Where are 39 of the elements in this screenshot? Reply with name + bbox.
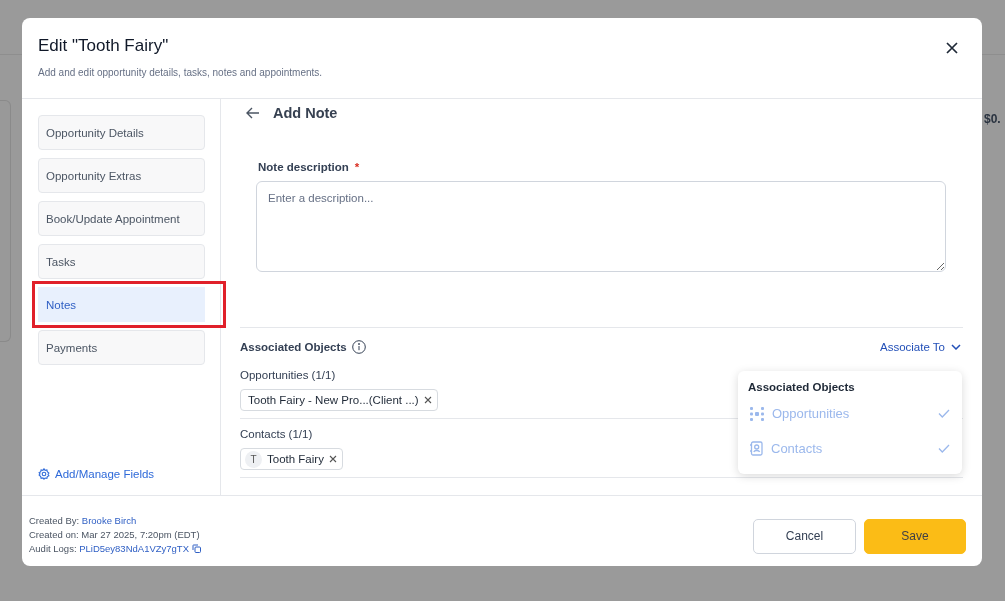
cancel-button[interactable]: Cancel — [753, 518, 856, 554]
required-mark: * — [354, 161, 360, 173]
network-icon — [750, 406, 764, 421]
settings-icon — [38, 468, 50, 480]
chevron-down-icon — [951, 344, 961, 350]
avatar-initial: T — [245, 450, 262, 468]
save-button[interactable]: Save — [864, 518, 966, 554]
sidebar-tab[interactable]: Payments — [38, 330, 205, 365]
group-label: Opportunities (1/1) — [240, 369, 337, 381]
panel-title: Add Note — [273, 105, 338, 121]
sidebar-tab[interactable]: Opportunity Extras — [38, 158, 205, 193]
info-icon — [351, 340, 366, 354]
background-amount: $0. — [984, 112, 1001, 126]
menu-title: Associated Objects — [747, 380, 856, 395]
group-label: Contacts (1/1) — [240, 428, 314, 440]
sidebar-tab[interactable]: Notes — [38, 287, 205, 322]
associate-to-dropdown[interactable]: Associate To — [880, 341, 961, 353]
back-arrow-icon[interactable] — [246, 107, 260, 119]
chip-label: Tooth Fairy — [267, 453, 324, 465]
sidebar-tab[interactable]: Tasks — [38, 244, 205, 279]
note-description-field[interactable]: Enter a description... — [256, 181, 946, 272]
field-label: Note description — [258, 161, 349, 173]
manage-fields-link[interactable]: Add/Manage Fields — [38, 468, 155, 480]
dialog-title: Edit "Tooth Fairy" — [38, 36, 169, 56]
dialog-subtitle: Add and edit opportunity details, tasks, notes and appointments. — [38, 67, 323, 78]
meta-link[interactable]: Brooke Birch — [81, 515, 137, 526]
meta-text: Created on: Mar 27 2025, 7:20pm (EDT) — [29, 529, 200, 540]
close-icon[interactable] — [423, 396, 432, 404]
chip-label: Tooth Fairy - New Pro...(Client ...) — [248, 394, 419, 406]
sidebar-tab[interactable]: Book/Update Appointment — [38, 201, 205, 236]
copy-icon[interactable] — [192, 544, 201, 553]
section-title: Associated Objects — [240, 341, 347, 353]
contact-card-icon — [750, 441, 763, 456]
meta-text: Audit Logs: PLiD5ey83NdA1VZy7gTX — [29, 543, 189, 554]
sidebar-tab[interactable]: Opportunity Details — [38, 115, 205, 150]
close-icon[interactable] — [328, 455, 337, 463]
meta-link[interactable]: PLiD5ey83NdA1VZy7gTX — [79, 543, 189, 554]
meta-text: Created By: Brooke Birch — [29, 515, 137, 526]
close-icon[interactable] — [946, 42, 958, 54]
